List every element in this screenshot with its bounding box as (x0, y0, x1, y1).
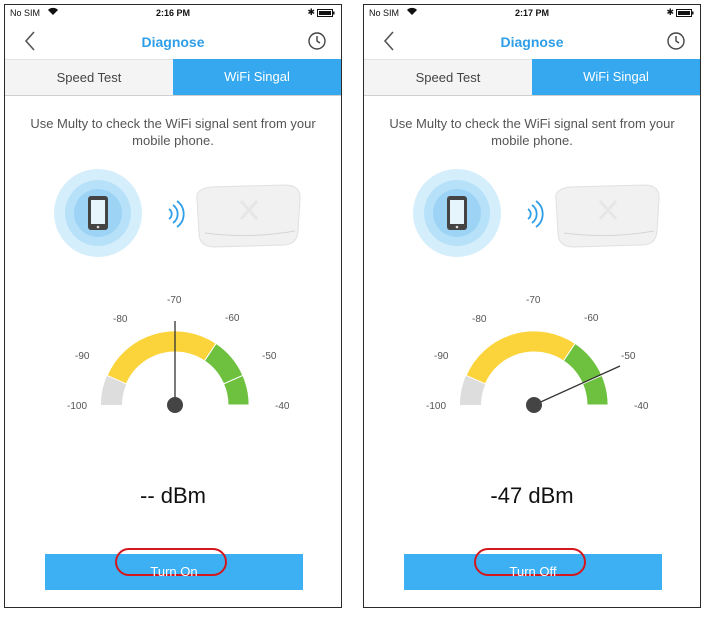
nav-bar: Diagnose (5, 23, 341, 61)
phone-screen-left: No SIM 2:16 PM ✱ Diagnose Speed Test WiF… (4, 4, 342, 608)
gauge-label: -50 (621, 351, 636, 362)
clock-icon[interactable] (307, 31, 327, 56)
gauge-pivot (167, 397, 183, 413)
signal-reading: -- dBm (140, 483, 206, 508)
gauge-label: -90 (75, 351, 90, 362)
signal-waves-icon (168, 200, 185, 228)
status-bar: No SIM 2:17 PM ✱ (364, 5, 700, 23)
tab-bar: Speed Test WiFi Singal (5, 59, 341, 96)
illustration (45, 163, 305, 263)
signal-gauge: -100 -90 -80 -70 -60 -50 -40 (45, 283, 305, 433)
turn-on-button[interactable]: Turn On (45, 548, 303, 590)
gauge-label: -80 (113, 314, 128, 325)
gauge-pivot (526, 397, 542, 413)
gauge-label: -70 (167, 295, 182, 306)
gauge-label: -60 (225, 313, 240, 324)
phone-screen-right: No SIM 2:17 PM ✱ Diagnose Speed Test WiF… (363, 4, 701, 608)
tab-bar: Speed Test WiFi Singal (364, 59, 700, 96)
gauge-label: -90 (434, 351, 449, 362)
status-time: 2:16 PM (155, 8, 190, 18)
page-title: Diagnose (141, 34, 205, 50)
status-time: 2:17 PM (514, 8, 549, 18)
button-label: Turn On (150, 564, 198, 579)
router-icon (555, 184, 660, 248)
gauge-label: -100 (426, 401, 446, 412)
router-icon (196, 184, 301, 248)
tab-speed-test[interactable]: Speed Test (5, 59, 173, 95)
gauge-label: -40 (634, 401, 649, 412)
tab-wifi-signal[interactable]: WiFi Singal (532, 59, 700, 95)
gauge-label: -60 (584, 313, 599, 324)
tab-speed-test[interactable]: Speed Test (364, 59, 532, 95)
gauge-label: -40 (275, 401, 290, 412)
bluetooth-icon: ✱ (307, 7, 315, 17)
gauge-label: -50 (262, 351, 277, 362)
phone-icon (447, 196, 467, 230)
description-text: Use Multy to check the WiFi signal sent … (389, 116, 675, 148)
gauge-label: -70 (526, 295, 541, 306)
gauge-label: -100 (67, 401, 87, 412)
gauge-label: -80 (472, 314, 487, 325)
nav-bar: Diagnose (364, 23, 700, 61)
illustration (404, 163, 664, 263)
description-text: Use Multy to check the WiFi signal sent … (30, 116, 316, 148)
signal-reading: -47 dBm (490, 483, 574, 508)
signal-gauge: -100 -90 -80 -70 -60 -50 -40 (404, 283, 664, 433)
signal-waves-icon (527, 200, 544, 228)
page-title: Diagnose (500, 34, 564, 50)
battery-icon (317, 9, 335, 19)
tab-wifi-signal[interactable]: WiFi Singal (173, 59, 341, 95)
status-bar: No SIM 2:16 PM ✱ (5, 5, 341, 23)
clock-icon[interactable] (666, 31, 686, 56)
phone-icon (88, 196, 108, 230)
button-label: Turn Off (509, 564, 557, 579)
bluetooth-icon: ✱ (666, 7, 674, 17)
battery-icon (676, 9, 694, 19)
turn-off-button[interactable]: Turn Off (404, 548, 662, 590)
